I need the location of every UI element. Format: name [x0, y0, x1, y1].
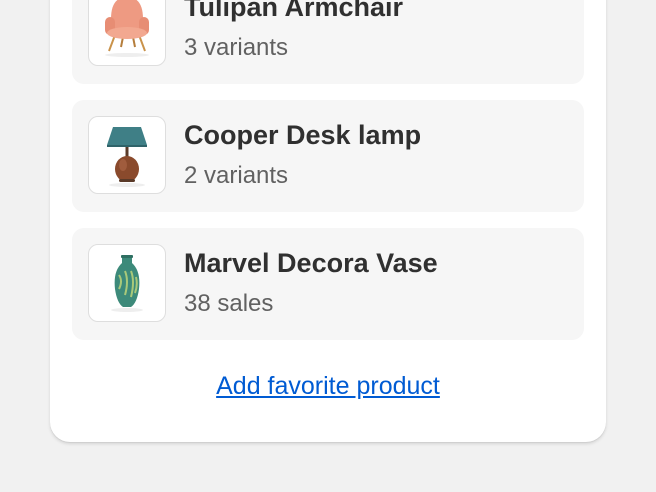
product-meta: 38 sales — [184, 290, 274, 317]
add-favorite-product-link[interactable]: Add favorite product — [50, 372, 606, 401]
favorite-products-card: Tulipan Armchair 3 variants Cooper Desk … — [50, 0, 606, 442]
product-name: Marvel Decora Vase — [184, 248, 438, 278]
armchair-image — [88, 0, 166, 66]
desk-lamp-image — [88, 116, 166, 194]
product-name: Tulipan Armchair — [184, 0, 404, 22]
product-item-armchair[interactable]: Tulipan Armchair 3 variants — [72, 0, 584, 84]
product-meta: 3 variants — [184, 34, 289, 61]
vase-image — [88, 244, 166, 322]
product-meta: 2 variants — [184, 162, 289, 189]
product-name: Cooper Desk lamp — [184, 120, 422, 150]
product-item-desk-lamp[interactable]: Cooper Desk lamp 2 variants — [72, 100, 584, 212]
product-item-vase[interactable]: Marvel Decora Vase 38 sales — [72, 228, 584, 340]
